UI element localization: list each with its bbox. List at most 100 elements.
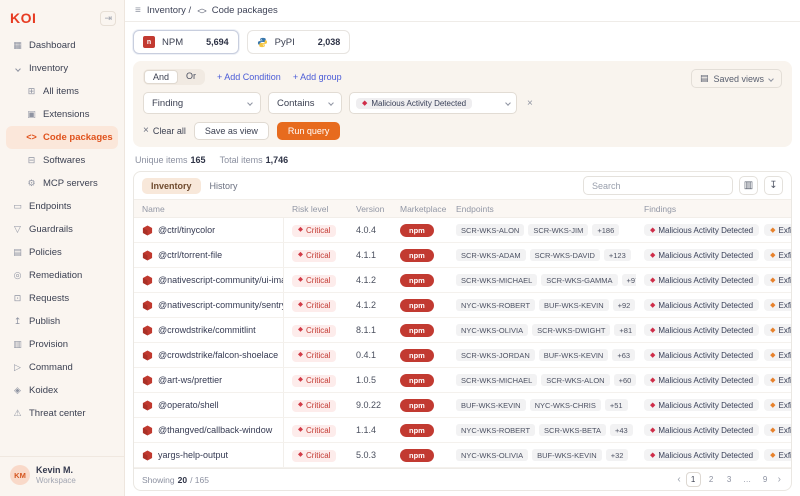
showing-label: Showing xyxy=(142,475,175,485)
page-button-1[interactable]: 1 xyxy=(686,472,701,487)
endpoint-more-chip[interactable]: +43 xyxy=(610,424,633,436)
sidebar-item-guardrails[interactable]: ▽Guardrails xyxy=(6,218,118,241)
columns-icon[interactable]: ▥ xyxy=(739,176,758,195)
sidebar-item-mcp-servers[interactable]: ⚙MCP servers xyxy=(6,172,118,195)
results-table-card: Inventory History ▥ ↧ Name Risk level Ve… xyxy=(133,171,792,491)
finding-label: Malicious Activity Detected xyxy=(658,451,753,460)
previous-page-icon[interactable]: ‹ xyxy=(675,474,682,485)
sidebar-item-dashboard[interactable]: ▦Dashboard xyxy=(6,34,118,57)
table-row[interactable]: @nativescript-community/sentry◆Critical4… xyxy=(134,293,791,318)
add-condition-button[interactable]: + Add Condition xyxy=(217,72,281,82)
npm-stat-card[interactable]: n NPM 5,694 xyxy=(133,30,239,54)
workspace-switcher[interactable]: KM Kevin M. Workspace xyxy=(0,456,124,488)
finding-chip: ◆Exfils Cloud Keys xyxy=(764,299,791,311)
finding-label: Exfils Cloud Keys xyxy=(778,226,791,235)
next-page-icon[interactable]: › xyxy=(776,474,783,485)
marketplace-cell: npm xyxy=(392,224,448,237)
sidebar-item-extensions[interactable]: ▣Extensions xyxy=(6,103,118,126)
finding-label: Malicious Activity Detected xyxy=(658,326,753,335)
critical-diamond-icon: ◆ xyxy=(298,327,303,334)
page-button-2[interactable]: 2 xyxy=(704,472,719,487)
risk-label: Critical xyxy=(306,326,330,335)
tab-history[interactable]: History xyxy=(201,178,247,194)
collapse-sidebar-icon[interactable]: ⇥ xyxy=(100,11,116,26)
and-button[interactable]: And xyxy=(144,70,178,84)
critical-diamond-icon: ◆ xyxy=(298,427,303,434)
page-button-3[interactable]: 3 xyxy=(722,472,737,487)
critical-diamond-icon: ◆ xyxy=(650,402,655,409)
table-row[interactable]: @operato/shell◆Critical9.0.22npmBUF-WKS-… xyxy=(134,393,791,418)
endpoint-chip: SCR-WKS-MICHAEL xyxy=(456,374,537,386)
endpoint-more-chip[interactable]: +51 xyxy=(605,399,628,411)
sidebar-item-threat-center[interactable]: ⚠Threat center xyxy=(6,402,118,425)
endpoint-more-chip[interactable]: +92 xyxy=(613,299,636,311)
endpoint-chip: SCR-WKS-ALON xyxy=(541,374,609,386)
finding-label: Exfils Cloud Keys xyxy=(778,451,791,460)
risk-badge: ◆Critical xyxy=(292,400,336,412)
table-row[interactable]: @art-ws/prettier◆Critical1.0.5npmSCR-WKS… xyxy=(134,368,791,393)
run-query-button[interactable]: Run query xyxy=(277,122,341,140)
breadcrumb-root[interactable]: Inventory / xyxy=(147,5,191,16)
download-icon[interactable]: ↧ xyxy=(764,176,783,195)
endpoint-more-chip[interactable]: +97 xyxy=(622,274,636,286)
sidebar-item-endpoints[interactable]: ▭Endpoints xyxy=(6,195,118,218)
table-row[interactable]: @ctrl/tinycolor◆Critical4.0.4npmSCR-WKS-… xyxy=(134,218,791,243)
sidebar-item-all-items[interactable]: ⊞All items xyxy=(6,80,118,103)
sidebar-item-remediation[interactable]: ◎Remediation xyxy=(6,264,118,287)
table-row[interactable]: @crowdstrike/commitlint◆Critical8.1.1npm… xyxy=(134,318,791,343)
sidebar-item-label: Softwares xyxy=(43,155,85,166)
operator-select[interactable]: Contains xyxy=(268,92,342,114)
endpoint-chip: NYC-WKS-ROBERT xyxy=(456,424,535,436)
sidebar-item-label: Inventory xyxy=(29,63,68,74)
endpoint-more-chip[interactable]: +186 xyxy=(592,224,619,236)
sidebar-item-softwares[interactable]: ⊟ Softwares xyxy=(6,149,118,172)
marketplace-cell: npm xyxy=(392,399,448,412)
table-row[interactable]: yargs-help-output◆Critical5.0.3npmNYC-WK… xyxy=(134,443,791,468)
endpoint-more-chip[interactable]: +81 xyxy=(614,324,636,336)
tab-inventory[interactable]: Inventory xyxy=(142,178,201,194)
risk-cell: ◆Critical xyxy=(284,248,348,261)
pypi-stat-card[interactable]: PyPI 2,038 xyxy=(247,30,351,54)
pagination: ‹123…9› xyxy=(675,472,783,487)
finding-label: Malicious Activity Detected xyxy=(658,276,753,285)
sidebar-item-publish[interactable]: ↥Publish xyxy=(6,310,118,333)
endpoint-more-chip[interactable]: +123 xyxy=(604,249,631,261)
page-button-9[interactable]: 9 xyxy=(758,472,773,487)
remove-condition-icon[interactable]: × xyxy=(527,98,533,109)
package-name: @ctrl/torrent-file xyxy=(158,250,222,260)
endpoint-more-chip[interactable]: +63 xyxy=(612,349,635,361)
sidebar-item-koidex[interactable]: ◈Koidex xyxy=(6,379,118,402)
findings-cell: ◆Malicious Activity Detected◆Exfils Clou… xyxy=(636,324,791,336)
finding-label: Malicious Activity Detected xyxy=(658,351,753,360)
table-row[interactable]: @nativescript-community/ui-image◆Critica… xyxy=(134,268,791,293)
endpoints-icon: ▭ xyxy=(12,202,23,211)
search-input[interactable] xyxy=(583,176,733,195)
sidebar-item-requests[interactable]: ⊡Requests xyxy=(6,287,118,310)
sidebar-item-provision[interactable]: ▥Provision xyxy=(6,333,118,356)
endpoint-chip: BUF-WKS-KEVIN xyxy=(539,299,609,311)
endpoint-more-chip[interactable]: +60 xyxy=(614,374,636,386)
value-select[interactable]: ◆ Malicious Activity Detected xyxy=(349,92,517,114)
table-row[interactable]: @ctrl/torrent-file◆Critical4.1.1npmSCR-W… xyxy=(134,243,791,268)
save-as-view-button[interactable]: Save as view xyxy=(194,122,269,140)
risk-cell: ◆Critical xyxy=(284,398,348,411)
warning-diamond-icon: ◆ xyxy=(770,302,775,309)
results-summary: Unique items165 Total items1,746 xyxy=(135,155,792,165)
softwares-icon: ⊟ xyxy=(26,156,37,165)
sidebar-item-label: Command xyxy=(29,362,73,373)
sidebar-item-code-packages[interactable]: <>Code packages xyxy=(6,126,118,149)
add-group-button[interactable]: + Add group xyxy=(293,72,342,82)
saved-views-button[interactable]: ▤ Saved views xyxy=(691,69,782,88)
clear-all-button[interactable]: × Clear all xyxy=(143,125,186,136)
table-row[interactable]: @crowdstrike/falcon-shoelace◆Critical0.4… xyxy=(134,343,791,368)
sidebar-item-label: Dashboard xyxy=(29,40,75,51)
field-select[interactable]: Finding xyxy=(143,92,261,114)
sidebar-item-inventory[interactable]: Inventory xyxy=(6,57,118,80)
sidebar-item-command[interactable]: ▷Command xyxy=(6,356,118,379)
list-icon[interactable]: ≡ xyxy=(135,5,141,16)
or-button[interactable]: Or xyxy=(178,70,204,84)
endpoint-more-chip[interactable]: +32 xyxy=(606,449,629,461)
sidebar-item-label: Threat center xyxy=(29,408,86,419)
sidebar-item-policies[interactable]: ▤Policies xyxy=(6,241,118,264)
table-row[interactable]: @thangved/callback-window◆Critical1.1.4n… xyxy=(134,418,791,443)
